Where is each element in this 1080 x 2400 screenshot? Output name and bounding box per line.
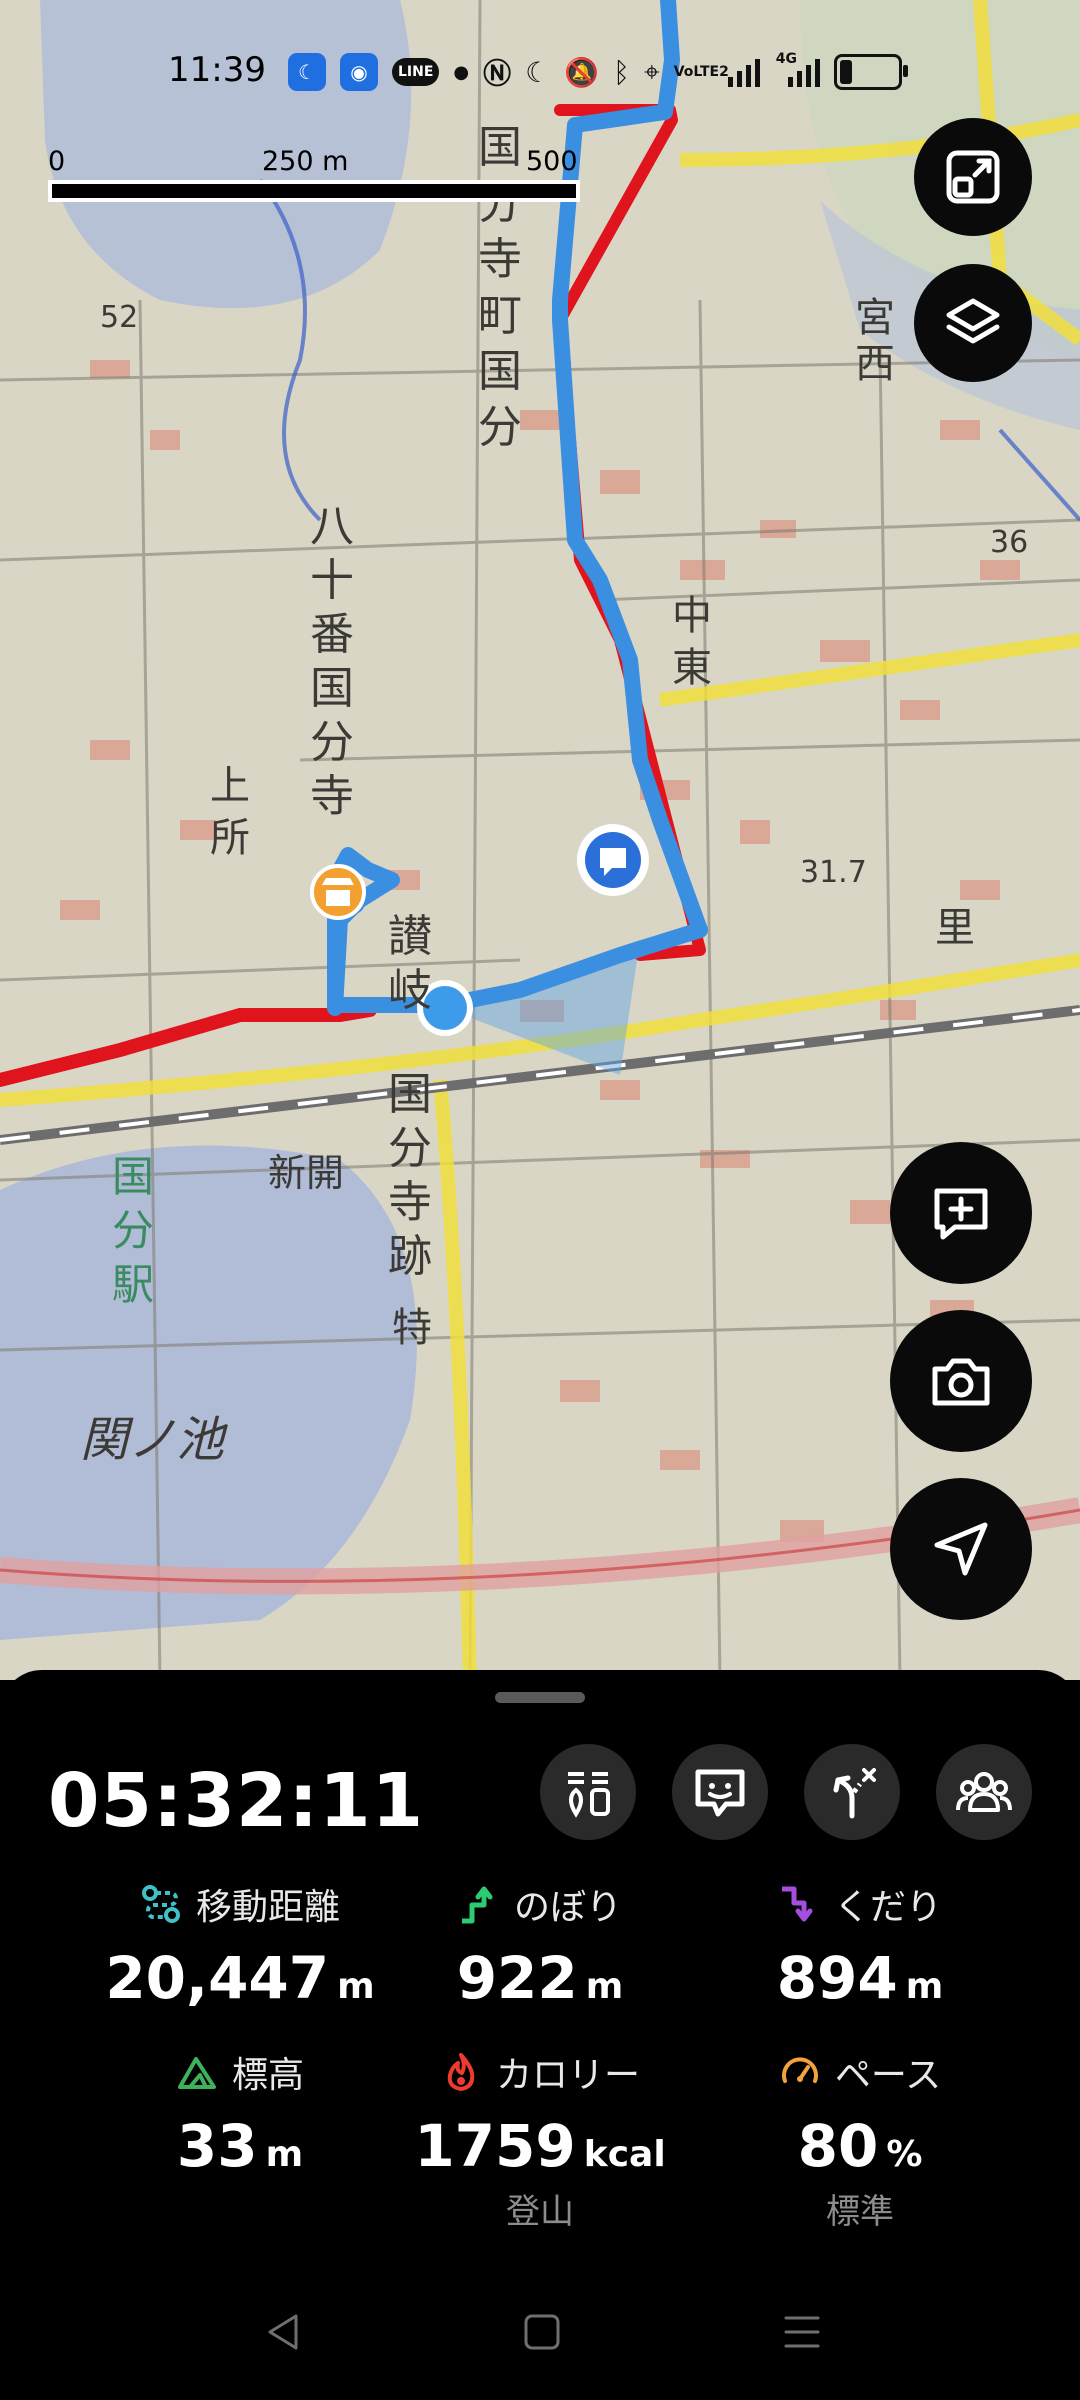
group-icon <box>956 1772 1012 1812</box>
status-bar: 11:39 ☾ ◉ LINE ● Ⓝ ☾ 🔕 ᛒ ⌖ VoLTE2 4G <box>0 40 1080 104</box>
gear-check-icon <box>568 1772 610 1818</box>
status-time: 11:39 <box>168 50 266 90</box>
map-label-sekinoike: 関ノ池 <box>80 1412 225 1468</box>
navigate-icon <box>934 1522 988 1576</box>
stat-unit: % <box>886 2134 923 2175</box>
signal-icon <box>727 59 760 87</box>
camera-button[interactable] <box>890 1310 1032 1452</box>
map-label-shinkai: 新開 <box>268 1151 345 1195</box>
add-note-icon <box>934 1188 988 1240</box>
stat-unit: m <box>905 1966 944 2007</box>
scale-label-0: 0 <box>48 146 66 177</box>
stat-descent: くだり 894 m <box>680 1878 1040 2012</box>
fit-route-icon <box>946 150 1000 204</box>
map-label-toku: 特 <box>392 1305 432 1351</box>
stat-label: カロリー <box>495 2055 640 2096</box>
route-branch-button[interactable] <box>804 1744 900 1840</box>
elevation-label: 31.7 <box>800 855 867 890</box>
chat-face-icon <box>695 1769 745 1817</box>
map-label-sanuki-kokubunji-ato: 讃岐国分寺跡 <box>388 911 432 1282</box>
descent-icon <box>781 1886 813 1922</box>
map-label-nakahigashi: 中東 <box>672 593 712 691</box>
system-nav-bar <box>0 2290 1080 2380</box>
scale-bar: 0 250 m 500 m <box>48 146 580 208</box>
4g-signal-icon: 4G <box>776 51 820 89</box>
recents-icon[interactable] <box>782 2310 822 2354</box>
line-app-icon: LINE <box>392 58 440 86</box>
map-label-miyanishi: 宮西 <box>855 295 895 387</box>
hotspot-badge-icon: ◉ <box>340 53 378 91</box>
location-icon: ⌖ <box>643 55 660 88</box>
stat-value: 20,447 <box>105 1944 330 2012</box>
layers-icon <box>946 298 1000 344</box>
group-button[interactable] <box>936 1744 1032 1840</box>
stat-value: 1759 <box>414 2112 576 2180</box>
stat-label: 移動距離 <box>195 1887 340 1928</box>
stat-label: ペース <box>834 2055 942 2096</box>
distance-icon <box>141 1885 180 1923</box>
do-not-disturb-icon: ☾ <box>525 55 551 89</box>
stat-ascent: のぼり 922 m <box>360 1878 720 2012</box>
stat-label: 標高 <box>231 2055 304 2096</box>
stat-value: 33 <box>176 2112 258 2180</box>
stat-sub: 標準 <box>826 2192 894 2232</box>
stat-value: 922 <box>456 1944 578 2012</box>
stat-pace: ペース 80% 標準 <box>680 2046 1040 2233</box>
stat-label: のぼり <box>513 1887 622 1928</box>
navigate-button[interactable] <box>890 1478 1032 1620</box>
scale-label-250: 250 m <box>262 146 349 177</box>
elapsed-time: 05:32:11 <box>48 1758 425 1844</box>
stat-calories: カロリー 1759 kcal 登山 <box>360 2046 720 2233</box>
dot-icon: ● <box>453 61 470 83</box>
gear-check-button[interactable] <box>540 1744 636 1840</box>
stat-label: くだり <box>833 1887 942 1928</box>
map-label-kamisho: 上所 <box>210 763 250 861</box>
map-label-kokubunji-temple: 八十番国分寺 <box>310 501 354 822</box>
back-icon[interactable] <box>262 2310 306 2354</box>
stat-unit: m <box>265 2134 304 2175</box>
moon-badge-icon: ☾ <box>288 53 326 91</box>
battery-icon <box>833 54 908 90</box>
add-note-button[interactable] <box>890 1142 1032 1284</box>
camera-icon <box>932 1358 990 1406</box>
elevation-label: 52 <box>100 300 139 335</box>
panel-grabber[interactable] <box>495 1692 585 1703</box>
map-label-kokubu-station: 国分駅 <box>112 1152 155 1309</box>
elevation-label: 36 <box>990 525 1029 560</box>
map-label-sato: 里 <box>935 905 975 951</box>
ascent-icon <box>461 1886 493 1924</box>
bluetooth-icon: ᛒ <box>613 55 630 89</box>
route-branch-icon <box>833 1768 876 1819</box>
map-view[interactable]: 国分寺町国分 八十番国分寺 讃岐国分寺跡 中東 上所 新開 国分駅 関ノ池 特 … <box>0 0 1080 1680</box>
mountain-icon <box>177 2057 216 2089</box>
layers-button[interactable] <box>914 264 1032 382</box>
stat-value: 80 <box>797 2112 879 2180</box>
nfc-icon: Ⓝ <box>483 57 512 90</box>
chat-face-button[interactable] <box>672 1744 768 1840</box>
fit-route-button[interactable] <box>914 118 1032 236</box>
mute-icon: 🔕 <box>564 55 600 89</box>
flame-icon <box>447 2053 475 2091</box>
home-icon[interactable] <box>522 2310 562 2354</box>
stat-unit: m <box>585 1966 624 2007</box>
stat-sub: 登山 <box>506 2192 574 2232</box>
volte-icon: VoLTE2 <box>673 64 729 80</box>
stat-value: 894 <box>776 1944 898 2012</box>
speedometer-icon <box>781 2057 818 2083</box>
stat-unit: kcal <box>583 2134 666 2175</box>
